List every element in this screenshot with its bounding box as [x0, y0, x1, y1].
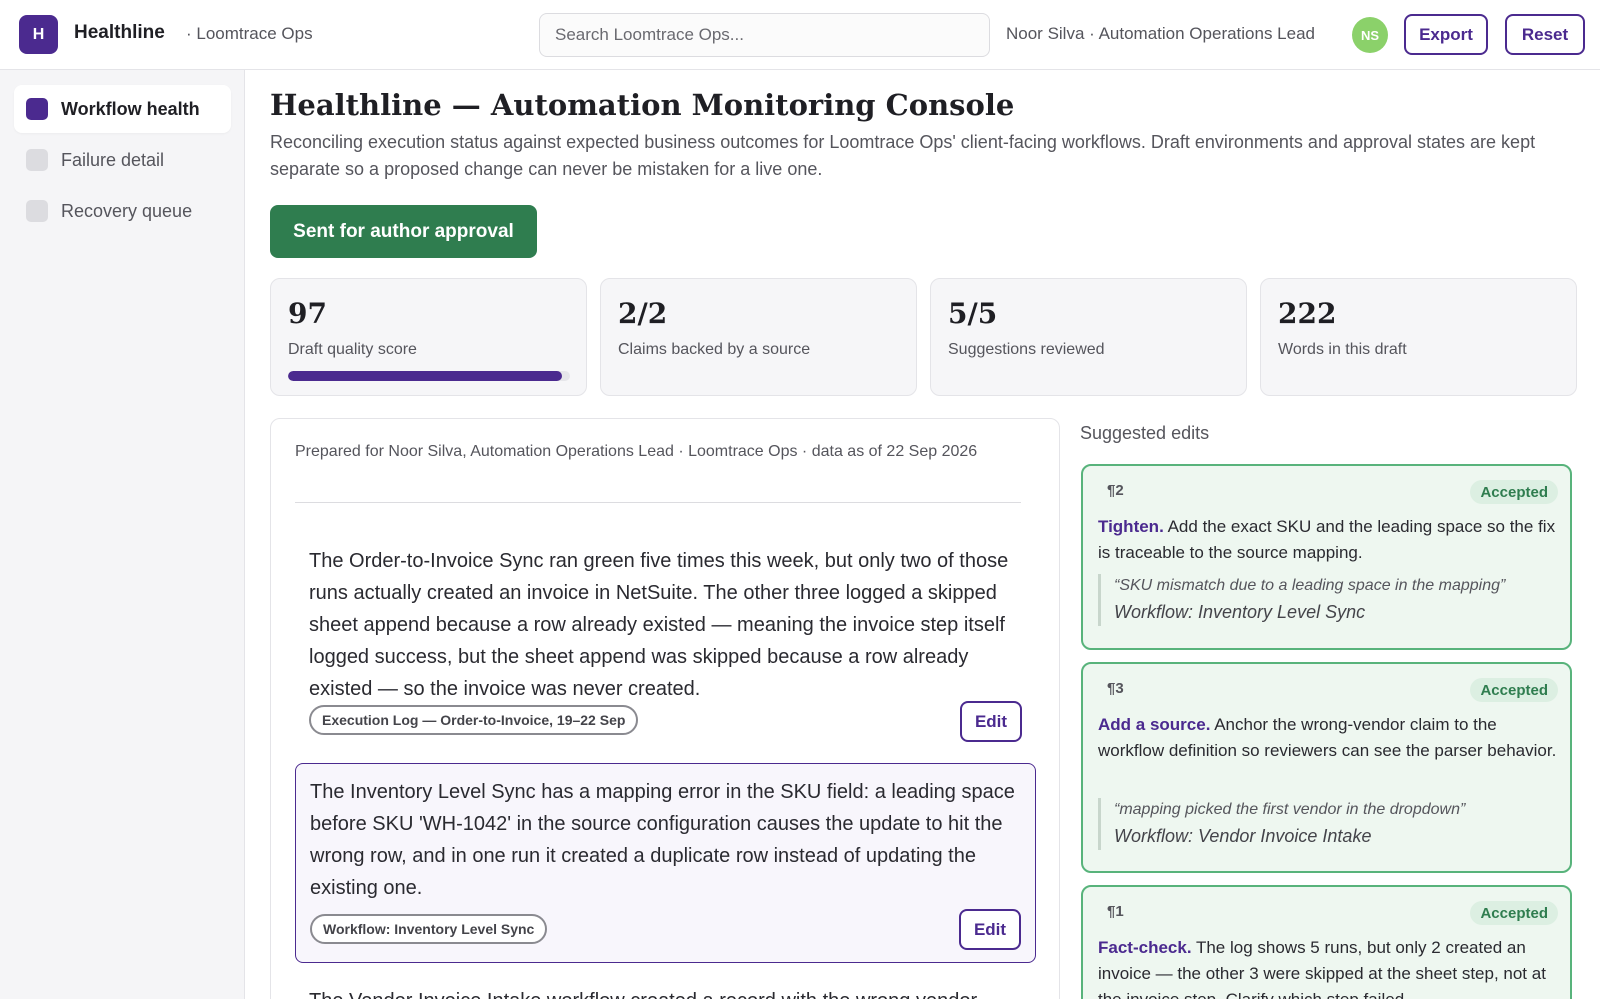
status-badge: Accepted: [1470, 678, 1558, 702]
status-badge: Accepted: [1470, 901, 1558, 925]
user-identity: Noor Silva · Automation Operations Lead: [1006, 24, 1316, 43]
org-name: · Loomtrace Ops: [186, 24, 313, 43]
suggestion-card[interactable]: ¶1 Accepted Fact-check. The log shows 5 …: [1081, 885, 1572, 999]
quote-text: “SKU mismatch due to a leading space in …: [1114, 577, 1506, 594]
metric-card-suggestions: 5/5 Suggestions reviewed: [930, 278, 1247, 396]
metric-value: 2/2: [618, 297, 668, 330]
square-icon: [26, 149, 48, 171]
suggestion-text: Add the exact SKU and the leading space …: [1098, 517, 1556, 562]
sidebar-item-label: Workflow health: [61, 98, 200, 119]
suggestions-heading: Suggested edits: [1080, 423, 1210, 443]
metric-card-quality: 97 Draft quality score: [270, 278, 587, 396]
edit-button[interactable]: Edit: [960, 701, 1022, 742]
metric-card-claims: 2/2 Claims backed by a source: [600, 278, 917, 396]
suggestion-body: Add a source. Anchor the wrong-vendor cl…: [1098, 712, 1558, 764]
suggestion-kind: Tighten.: [1098, 517, 1164, 536]
page-title: Healthline — Automation Monitoring Conso…: [270, 88, 1015, 122]
sidebar-item-label: Failure detail: [61, 149, 165, 170]
quote-source: Workflow: Vendor Invoice Intake: [1114, 826, 1372, 846]
quote-text: “mapping picked the first vendor in the …: [1114, 801, 1466, 818]
source-chip[interactable]: Workflow: Inventory Level Sync: [310, 914, 548, 944]
sidebar-item-workflow-health[interactable]: Workflow health: [14, 85, 231, 133]
draft-paragraph-1[interactable]: The Order-to-Invoice Sync ran green five…: [295, 533, 1036, 753]
status-badge: Accepted: [1470, 480, 1558, 504]
draft-document: Prepared for Noor Silva, Automation Oper…: [270, 418, 1060, 999]
progress-fill: [288, 371, 562, 381]
approval-status-button[interactable]: Sent for author approval: [270, 205, 537, 258]
avatar[interactable]: NS: [1352, 17, 1388, 53]
app-logo[interactable]: H: [19, 15, 58, 54]
metric-value: 5/5: [948, 297, 998, 330]
suggestion-body: Tighten. Add the exact SKU and the leadi…: [1098, 514, 1558, 566]
sidebar: Workflow health Failure detail Recovery …: [0, 70, 245, 999]
quote-source: Workflow: Inventory Level Sync: [1114, 602, 1366, 622]
search-input[interactable]: [539, 13, 990, 57]
metric-label: Draft quality score: [288, 341, 417, 358]
export-button[interactable]: Export: [1404, 14, 1488, 55]
top-bar: H Healthline · Loomtrace Ops Noor Silva …: [0, 0, 1600, 70]
edit-button[interactable]: Edit: [959, 909, 1021, 950]
paragraph-text: The Inventory Level Sync has a mapping e…: [310, 781, 1015, 899]
draft-paragraph-3[interactable]: The Vendor Invoice Intake workflow creat…: [295, 973, 1036, 999]
metric-value: 222: [1278, 297, 1337, 330]
sidebar-item-recovery-queue[interactable]: Recovery queue: [14, 187, 231, 235]
divider: [295, 502, 1021, 503]
metric-label: Words in this draft: [1278, 341, 1407, 358]
paragraph-text: The Vendor Invoice Intake workflow creat…: [309, 985, 1022, 999]
source-chip[interactable]: Execution Log — Order-to-Invoice, 19–22 …: [309, 705, 639, 735]
reset-button[interactable]: Reset: [1505, 14, 1585, 55]
square-icon: [26, 200, 48, 222]
sidebar-item-label: Recovery queue: [61, 200, 193, 221]
metric-label: Suggestions reviewed: [948, 341, 1105, 358]
sidebar-item-failure-detail[interactable]: Failure detail: [14, 136, 231, 184]
suggestion-quote: “SKU mismatch due to a leading space in …: [1098, 574, 1553, 626]
suggestion-kind: Add a source.: [1098, 715, 1211, 734]
app-name: Healthline: [74, 22, 165, 43]
draft-meta: Prepared for Noor Silva, Automation Oper…: [295, 443, 978, 460]
paragraph-ref: ¶2: [1107, 482, 1124, 499]
metric-label: Claims backed by a source: [618, 341, 811, 358]
quality-progress-bar: [288, 371, 570, 381]
page-description: Reconciling execution status against exp…: [270, 132, 1536, 179]
paragraph-ref: ¶1: [1107, 903, 1124, 920]
paragraph-text: The Order-to-Invoice Sync ran green five…: [309, 550, 1009, 700]
suggestion-quote: “mapping picked the first vendor in the …: [1098, 798, 1553, 850]
suggestion-kind: Fact-check.: [1098, 938, 1192, 957]
draft-paragraph-2[interactable]: The Inventory Level Sync has a mapping e…: [295, 763, 1036, 963]
square-icon: [26, 98, 48, 120]
suggestion-card[interactable]: ¶2 Accepted Tighten. Add the exact SKU a…: [1081, 464, 1572, 650]
metric-value: 97: [288, 297, 327, 330]
paragraph-ref: ¶3: [1107, 680, 1124, 697]
suggestion-body: Fact-check. The log shows 5 runs, but on…: [1098, 935, 1558, 999]
suggestion-card[interactable]: ¶3 Accepted Add a source. Anchor the wro…: [1081, 662, 1572, 873]
metric-card-words: 222 Words in this draft: [1260, 278, 1577, 396]
